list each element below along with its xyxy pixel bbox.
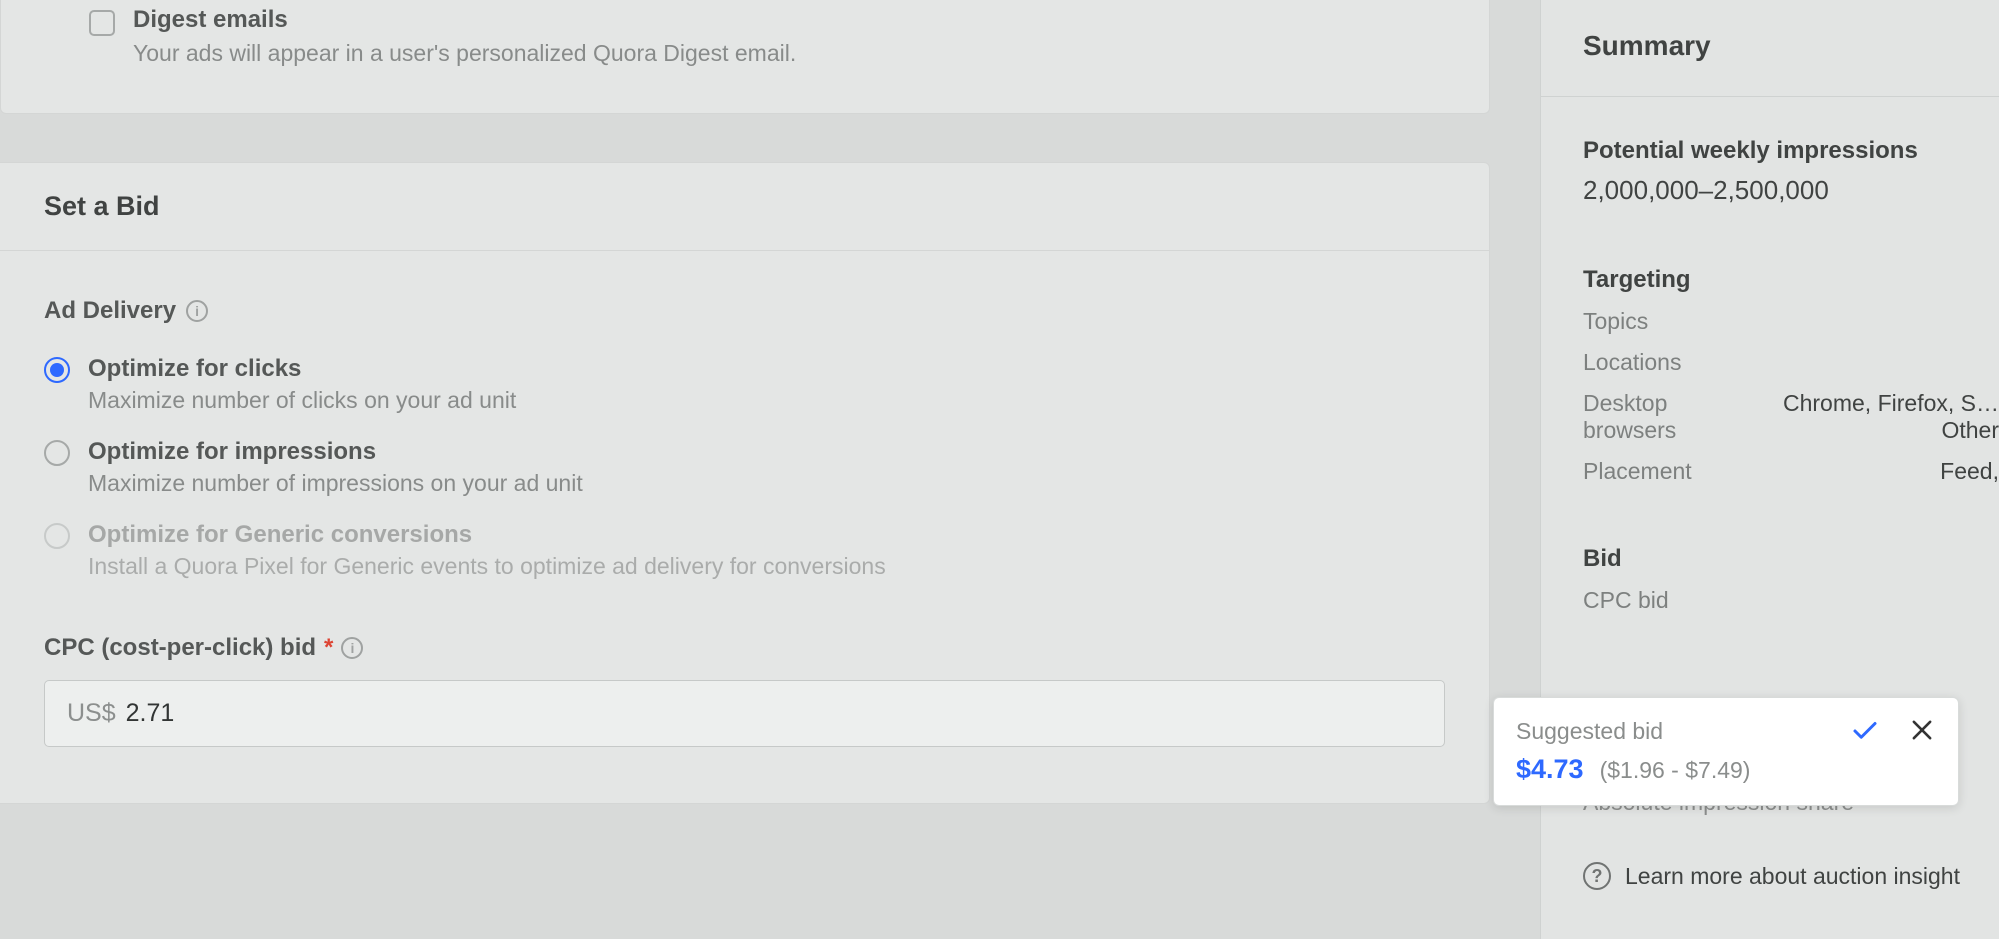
radio-impressions-title: Optimize for impressions <box>88 438 583 466</box>
bid-section-title: Set a Bid <box>44 191 1489 222</box>
cpc-bid-row-label: CPC bid <box>1583 587 1669 614</box>
targeting-locations-label: Locations <box>1583 349 1681 376</box>
radio-clicks-title: Optimize for clicks <box>88 355 516 383</box>
placement-digest-row[interactable]: Digest emails Your ads will appear in a … <box>1 0 1489 67</box>
close-icon[interactable] <box>1908 716 1936 744</box>
cpc-bid-row: CPC bid <box>1583 587 1999 614</box>
bid-card: Set a Bid Ad Delivery i Optimize for cli… <box>0 162 1490 804</box>
targeting-placement-label: Placement <box>1583 458 1692 485</box>
learn-more-link[interactable]: ? Learn more about auction insight <box>1583 862 1999 890</box>
checkbox-digest[interactable] <box>89 10 115 36</box>
suggested-bid-range: ($1.96 - $7.49) <box>1600 757 1751 784</box>
radio-impressions[interactable] <box>44 440 70 466</box>
radio-clicks[interactable] <box>44 357 70 383</box>
radio-conversions-subtitle: Install a Quora Pixel for Generic events… <box>88 553 886 580</box>
impressions-value: 2,000,000–2,500,000 <box>1583 175 1999 206</box>
learn-more-text: Learn more about auction insight <box>1625 863 1960 890</box>
radio-row-clicks[interactable]: Optimize for clicks Maximize number of c… <box>44 345 1445 428</box>
radio-row-conversions: Optimize for Generic conversions Install… <box>44 511 1445 594</box>
targeting-topics: Topics <box>1583 308 1999 335</box>
radio-impressions-subtitle: Maximize number of impressions on your a… <box>88 470 583 497</box>
ad-delivery-label: Ad Delivery i <box>44 297 1445 325</box>
targeting-placement: Placement Feed, <box>1583 458 1999 485</box>
required-asterisk: * <box>324 634 333 662</box>
ad-delivery-text: Ad Delivery <box>44 297 176 325</box>
bid-label: Bid <box>1583 545 1999 573</box>
cpc-bid-input[interactable] <box>126 699 326 728</box>
delivery-radio-group: Optimize for clicks Maximize number of c… <box>44 345 1445 594</box>
cpc-bid-label-text: CPC (cost-per-click) bid <box>44 634 316 662</box>
divider <box>1541 96 1999 97</box>
targeting-topics-label: Topics <box>1583 308 1648 335</box>
placements-card: Digest emails Your ads will appear in a … <box>0 0 1490 114</box>
targeting-browsers-label: Desktop browsers <box>1583 390 1736 444</box>
targeting-label: Targeting <box>1583 266 1999 294</box>
suggested-bid-value: $4.73 <box>1516 754 1584 785</box>
radio-conversions-title: Optimize for Generic conversions <box>88 521 886 549</box>
impressions-label: Potential weekly impressions <box>1583 137 1999 165</box>
cpc-currency-prefix: US$ <box>67 699 116 728</box>
targeting-locations: Locations <box>1583 349 1999 376</box>
suggested-bid-title: Suggested bid <box>1516 718 1663 745</box>
radio-clicks-subtitle: Maximize number of clicks on your ad uni… <box>88 387 516 414</box>
info-icon[interactable]: i <box>341 637 363 659</box>
targeting-browsers: Desktop browsers Chrome, Firefox, S… Oth… <box>1583 390 1999 444</box>
info-icon[interactable]: i <box>186 300 208 322</box>
suggested-bid-popover: Suggested bid $4.73 ($1.96 - $7.49) <box>1493 697 1959 806</box>
radio-conversions <box>44 523 70 549</box>
cpc-bid-label: CPC (cost-per-click) bid * i <box>44 634 1445 662</box>
targeting-placement-value: Feed, <box>1940 458 1999 485</box>
question-icon: ? <box>1583 862 1611 890</box>
cpc-bid-input-wrap[interactable]: US$ <box>44 680 1445 747</box>
summary-title: Summary <box>1583 30 1999 96</box>
radio-row-impressions[interactable]: Optimize for impressions Maximize number… <box>44 428 1445 511</box>
digest-title: Digest emails <box>133 6 796 34</box>
accept-bid-icon[interactable] <box>1850 716 1880 746</box>
bid-card-header: Set a Bid <box>0 163 1489 251</box>
digest-subtitle: Your ads will appear in a user's persona… <box>133 40 796 67</box>
targeting-browsers-value: Chrome, Firefox, S… Other <box>1766 390 1999 444</box>
